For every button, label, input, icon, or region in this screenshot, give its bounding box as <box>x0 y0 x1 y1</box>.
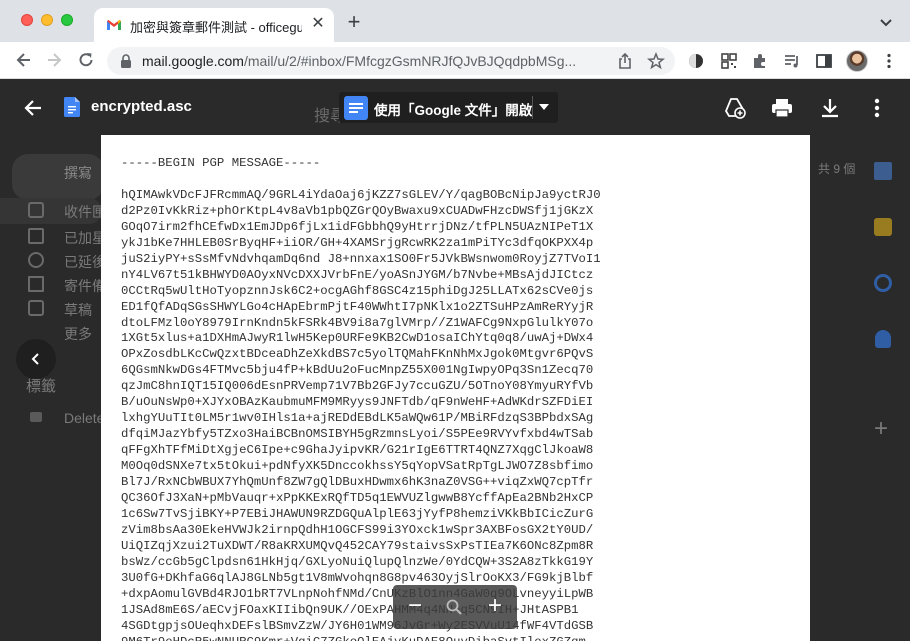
right-side-panel: + <box>866 140 900 620</box>
zoom-out-icon[interactable]: − <box>405 594 425 618</box>
label-icon <box>30 412 42 422</box>
download-icon[interactable] <box>818 96 842 120</box>
gmail-icon <box>107 20 121 30</box>
calendar-icon <box>874 162 892 180</box>
side-panel-icon[interactable] <box>815 52 833 70</box>
viewer-top-bar: encrypted.asc 使用「Google 文件」開啟 <box>0 80 910 136</box>
browser-tab[interactable]: 加密與簽章郵件測試 - officeguide ✕ <box>94 8 334 42</box>
zoom-in-icon[interactable]: + <box>485 594 505 618</box>
page-content: 搜尋郵件 撰寫 共 9 個 收件匣 已加星號 已延後 寄件備份 草稿 更多 標籤… <box>0 80 910 641</box>
more-options-icon[interactable] <box>865 96 889 120</box>
open-with-google-docs-button[interactable]: 使用「Google 文件」開啟 <box>339 92 558 123</box>
forward-icon[interactable] <box>44 50 64 70</box>
qr-code-icon[interactable] <box>720 52 738 70</box>
inbox-icon <box>28 202 44 218</box>
pgp-message-text: -----BEGIN PGP MESSAGE----- hQIMAwkVDcFJ… <box>121 156 601 641</box>
previous-attachment-button[interactable] <box>16 339 56 379</box>
gmail-count: 共 9 個 <box>818 162 856 176</box>
dark-reader-icon[interactable] <box>687 52 705 70</box>
google-docs-file-icon <box>64 97 80 117</box>
tasks-icon <box>874 274 892 292</box>
lock-icon[interactable] <box>120 54 132 68</box>
close-viewer-arrow-icon[interactable] <box>22 97 44 119</box>
back-icon[interactable] <box>14 50 34 70</box>
url-path: /mail/u/2/#inbox/FMfcgzGsmNRJfQJvBJQqdpb… <box>243 53 577 69</box>
open-with-divider <box>532 96 533 119</box>
url-host: mail.google.com <box>142 53 244 69</box>
tab-close-icon[interactable]: ✕ <box>308 14 328 34</box>
share-icon[interactable] <box>616 52 634 70</box>
close-window-button[interactable] <box>21 14 33 26</box>
url-text: mail.google.com/mail/u/2/#inbox/FMfcgzGs… <box>142 53 602 69</box>
contacts-icon <box>875 330 891 348</box>
keep-icon <box>874 218 892 236</box>
browser-tab-bar: 加密與簽章郵件測試 - officeguide ✕ + <box>0 0 910 42</box>
bookmark-star-icon[interactable] <box>647 52 665 70</box>
print-icon[interactable] <box>770 96 794 120</box>
nav-item-drafts: 草稿 <box>64 302 92 318</box>
profile-avatar[interactable] <box>846 50 868 72</box>
new-tab-button[interactable]: + <box>343 11 365 34</box>
document-page: -----BEGIN PGP MESSAGE----- hQIMAwkVDcFJ… <box>101 135 810 641</box>
nav-item-snoozed: 已延後 <box>64 254 106 270</box>
media-control-icon[interactable] <box>783 52 801 70</box>
file-name: encrypted.asc <box>91 98 192 115</box>
add-to-drive-icon[interactable] <box>723 96 747 120</box>
label-item-delete: Delete <box>64 410 105 426</box>
reload-icon[interactable] <box>76 50 96 70</box>
nav-item-more: 更多 <box>64 326 92 342</box>
open-with-label: 使用「Google 文件」開啟 <box>374 103 533 118</box>
zoom-reset-icon[interactable] <box>445 598 463 616</box>
maximize-window-button[interactable] <box>61 14 73 26</box>
nav-item-inbox: 收件匣 <box>64 204 106 220</box>
draft-icon <box>28 300 44 316</box>
clock-icon <box>28 252 44 268</box>
google-docs-icon <box>344 96 368 120</box>
star-icon <box>28 228 44 244</box>
zoom-controls: − + <box>393 585 517 629</box>
send-icon <box>28 276 44 292</box>
open-with-dropdown-icon[interactable] <box>539 104 549 110</box>
get-addons-icon: + <box>874 415 889 442</box>
browser-menu-icon[interactable] <box>880 52 898 70</box>
chevron-left-icon <box>31 353 39 365</box>
tab-search-icon[interactable] <box>878 14 894 30</box>
minimize-window-button[interactable] <box>41 14 53 26</box>
extensions-puzzle-icon[interactable] <box>751 52 769 70</box>
browser-toolbar: mail.google.com/mail/u/2/#inbox/FMfcgzGs… <box>0 42 910 79</box>
compose-label: 撰寫 <box>64 165 92 181</box>
tab-title: 加密與簽章郵件測試 - officeguide <box>130 20 302 35</box>
address-bar[interactable]: mail.google.com/mail/u/2/#inbox/FMfcgzGs… <box>107 47 675 75</box>
